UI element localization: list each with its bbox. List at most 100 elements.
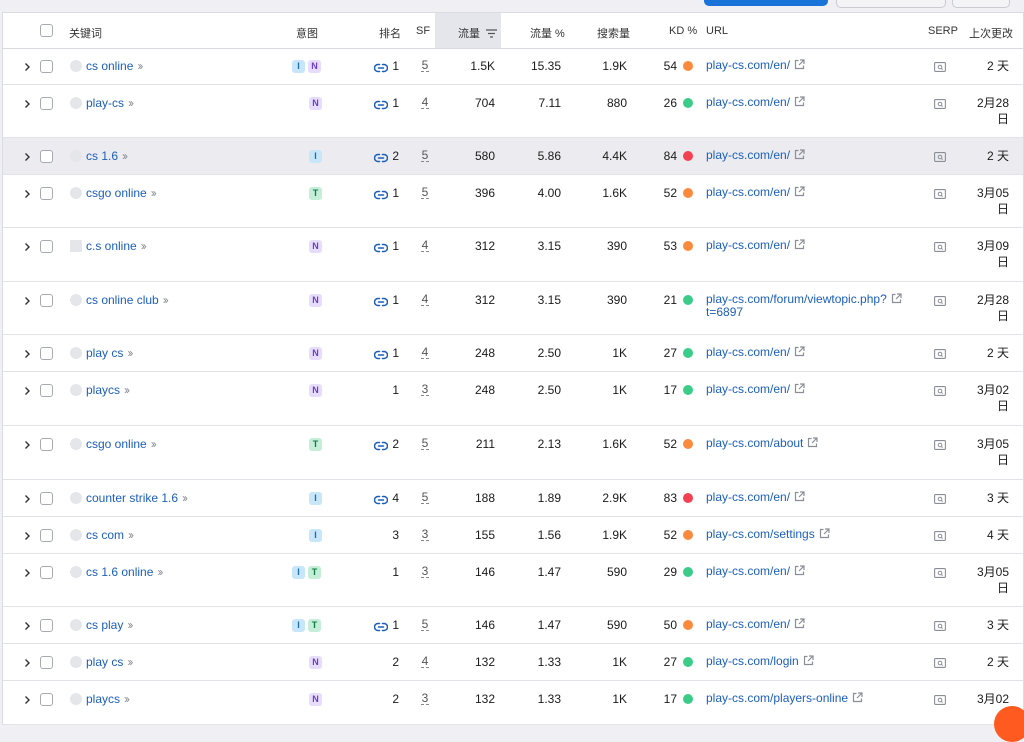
- expand-chevron-icon[interactable]: [22, 530, 32, 540]
- url-link[interactable]: play-cs.com/about: [706, 437, 921, 450]
- url-link[interactable]: play-cs.com/en/: [706, 491, 921, 504]
- serp-snapshot-icon[interactable]: [934, 493, 946, 504]
- double-chevron-icon[interactable]: ››: [182, 491, 188, 505]
- keyword-link[interactable]: play cs ››: [86, 655, 133, 669]
- serp-features-count[interactable]: 5: [421, 618, 429, 631]
- double-chevron-icon[interactable]: ››: [127, 655, 133, 669]
- external-link-icon[interactable]: [794, 491, 805, 502]
- keyword-link[interactable]: playcs ››: [86, 383, 130, 397]
- keyword-link[interactable]: c.s online ››: [86, 239, 147, 253]
- serp-features-count[interactable]: 4: [421, 655, 429, 668]
- expand-chevron-icon[interactable]: [22, 493, 32, 503]
- row-checkbox[interactable]: [40, 693, 53, 706]
- double-chevron-icon[interactable]: ››: [151, 186, 157, 200]
- secondary-action-button[interactable]: [836, 0, 946, 8]
- row-checkbox[interactable]: [40, 566, 53, 579]
- expand-chevron-icon[interactable]: [22, 567, 32, 577]
- double-chevron-icon[interactable]: ››: [128, 96, 134, 110]
- expand-chevron-icon[interactable]: [22, 295, 32, 305]
- keyword-link[interactable]: cs 1.6 ››: [86, 149, 128, 163]
- serp-snapshot-icon[interactable]: [934, 620, 946, 631]
- tertiary-action-button[interactable]: [952, 0, 1010, 8]
- external-link-icon[interactable]: [819, 528, 830, 539]
- row-checkbox[interactable]: [40, 294, 53, 307]
- serp-snapshot-icon[interactable]: [934, 530, 946, 541]
- external-link-icon[interactable]: [794, 149, 805, 160]
- header-serp[interactable]: SERP: [928, 25, 958, 37]
- keyword-link[interactable]: csgo online ››: [86, 437, 157, 451]
- keyword-link[interactable]: playcs ››: [86, 692, 130, 706]
- serp-features-count[interactable]: 5: [421, 59, 429, 72]
- serp-features-count[interactable]: 3: [421, 383, 429, 396]
- url-link[interactable]: play-cs.com/players-online: [706, 692, 921, 705]
- expand-chevron-icon[interactable]: [22, 61, 32, 71]
- double-chevron-icon[interactable]: ››: [124, 383, 130, 397]
- expand-chevron-icon[interactable]: [22, 348, 32, 358]
- expand-chevron-icon[interactable]: [22, 439, 32, 449]
- double-chevron-icon[interactable]: ››: [127, 618, 133, 632]
- header-sf[interactable]: SF: [416, 25, 430, 37]
- keyword-link[interactable]: cs play ››: [86, 618, 133, 632]
- external-link-icon[interactable]: [794, 186, 805, 197]
- keyword-link[interactable]: cs com ››: [86, 528, 134, 542]
- header-keyword[interactable]: 关键词: [69, 25, 102, 41]
- serp-features-count[interactable]: 5: [421, 437, 429, 450]
- header-traffic[interactable]: 流量: [458, 25, 498, 41]
- double-chevron-icon[interactable]: ››: [157, 565, 163, 579]
- row-checkbox[interactable]: [40, 347, 53, 360]
- double-chevron-icon[interactable]: ››: [137, 59, 143, 73]
- keyword-link[interactable]: counter strike 1.6 ››: [86, 491, 188, 505]
- url-link[interactable]: play-cs.com/settings: [706, 528, 921, 541]
- serp-snapshot-icon[interactable]: [934, 188, 946, 199]
- external-link-icon[interactable]: [803, 655, 814, 666]
- row-checkbox[interactable]: [40, 240, 53, 253]
- keyword-link[interactable]: play-cs ››: [86, 96, 134, 110]
- primary-action-button[interactable]: [704, 0, 828, 6]
- serp-features-count[interactable]: 4: [421, 346, 429, 359]
- header-volume[interactable]: 搜索量: [597, 25, 630, 41]
- external-link-icon[interactable]: [794, 565, 805, 576]
- url-link[interactable]: play-cs.com/en/: [706, 59, 921, 72]
- serp-features-count[interactable]: 3: [421, 565, 429, 578]
- header-traffic-pct[interactable]: 流量 %: [530, 25, 565, 41]
- select-all-checkbox[interactable]: [40, 24, 53, 37]
- keyword-link[interactable]: cs online club ››: [86, 293, 169, 307]
- url-link[interactable]: play-cs.com/en/: [706, 565, 921, 578]
- serp-snapshot-icon[interactable]: [934, 61, 946, 72]
- serp-snapshot-icon[interactable]: [934, 348, 946, 359]
- row-checkbox[interactable]: [40, 97, 53, 110]
- header-url[interactable]: URL: [706, 25, 728, 37]
- url-link[interactable]: play-cs.com/en/: [706, 346, 921, 359]
- floating-help-button[interactable]: [994, 706, 1024, 742]
- serp-features-count[interactable]: 4: [421, 293, 429, 306]
- url-link[interactable]: play-cs.com/en/: [706, 186, 921, 199]
- keyword-link[interactable]: play cs ››: [86, 346, 133, 360]
- serp-snapshot-icon[interactable]: [934, 151, 946, 162]
- url-link[interactable]: play-cs.com/en/: [706, 96, 921, 109]
- serp-features-count[interactable]: 4: [421, 239, 429, 252]
- serp-features-count[interactable]: 5: [421, 149, 429, 162]
- serp-snapshot-icon[interactable]: [934, 241, 946, 252]
- serp-features-count[interactable]: 5: [421, 491, 429, 504]
- url-link[interactable]: play-cs.com/en/: [706, 383, 921, 396]
- serp-snapshot-icon[interactable]: [934, 567, 946, 578]
- serp-features-count[interactable]: 4: [421, 96, 429, 109]
- serp-snapshot-icon[interactable]: [934, 657, 946, 668]
- double-chevron-icon[interactable]: ››: [128, 528, 134, 542]
- double-chevron-icon[interactable]: ››: [141, 239, 147, 253]
- external-link-icon[interactable]: [794, 59, 805, 70]
- row-checkbox[interactable]: [40, 384, 53, 397]
- external-link-icon[interactable]: [852, 692, 863, 703]
- external-link-icon[interactable]: [891, 293, 902, 304]
- external-link-icon[interactable]: [794, 96, 805, 107]
- url-link[interactable]: play-cs.com/en/: [706, 239, 921, 252]
- expand-chevron-icon[interactable]: [22, 188, 32, 198]
- external-link-icon[interactable]: [807, 437, 818, 448]
- external-link-icon[interactable]: [794, 239, 805, 250]
- expand-chevron-icon[interactable]: [22, 98, 32, 108]
- external-link-icon[interactable]: [794, 618, 805, 629]
- url-link[interactable]: play-cs.com/en/: [706, 618, 921, 631]
- row-checkbox[interactable]: [40, 529, 53, 542]
- url-link[interactable]: play-cs.com/en/: [706, 149, 921, 162]
- double-chevron-icon[interactable]: ››: [151, 437, 157, 451]
